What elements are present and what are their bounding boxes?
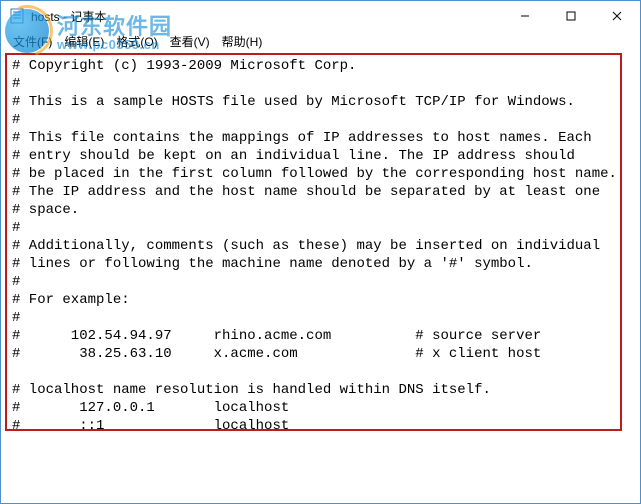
menu-format[interactable]: 格式(O): [110, 33, 163, 50]
maximize-button[interactable]: [548, 1, 594, 31]
menu-edit[interactable]: 编辑(E): [58, 33, 110, 50]
close-button[interactable]: [594, 1, 640, 31]
titlebar[interactable]: hosts - 记事本: [1, 1, 640, 31]
window-controls: [502, 1, 640, 31]
titlebar-left: hosts - 记事本: [9, 8, 106, 25]
menu-help[interactable]: 帮助(H): [216, 33, 269, 50]
menu-view[interactable]: 查看(V): [164, 33, 216, 50]
menu-file[interactable]: 文件(F): [7, 33, 58, 50]
menubar: 文件(F) 编辑(E) 格式(O) 查看(V) 帮助(H): [1, 31, 640, 51]
text-editor-area[interactable]: # Copyright (c) 1993-2009 Microsoft Corp…: [2, 51, 639, 502]
window-title: hosts - 记事本: [31, 8, 106, 25]
app-window: hosts - 记事本 文件(F) 编辑(E) 格式(O) 查看(V) 帮助(H…: [0, 0, 641, 504]
minimize-button[interactable]: [502, 1, 548, 31]
notepad-icon: [9, 8, 25, 24]
